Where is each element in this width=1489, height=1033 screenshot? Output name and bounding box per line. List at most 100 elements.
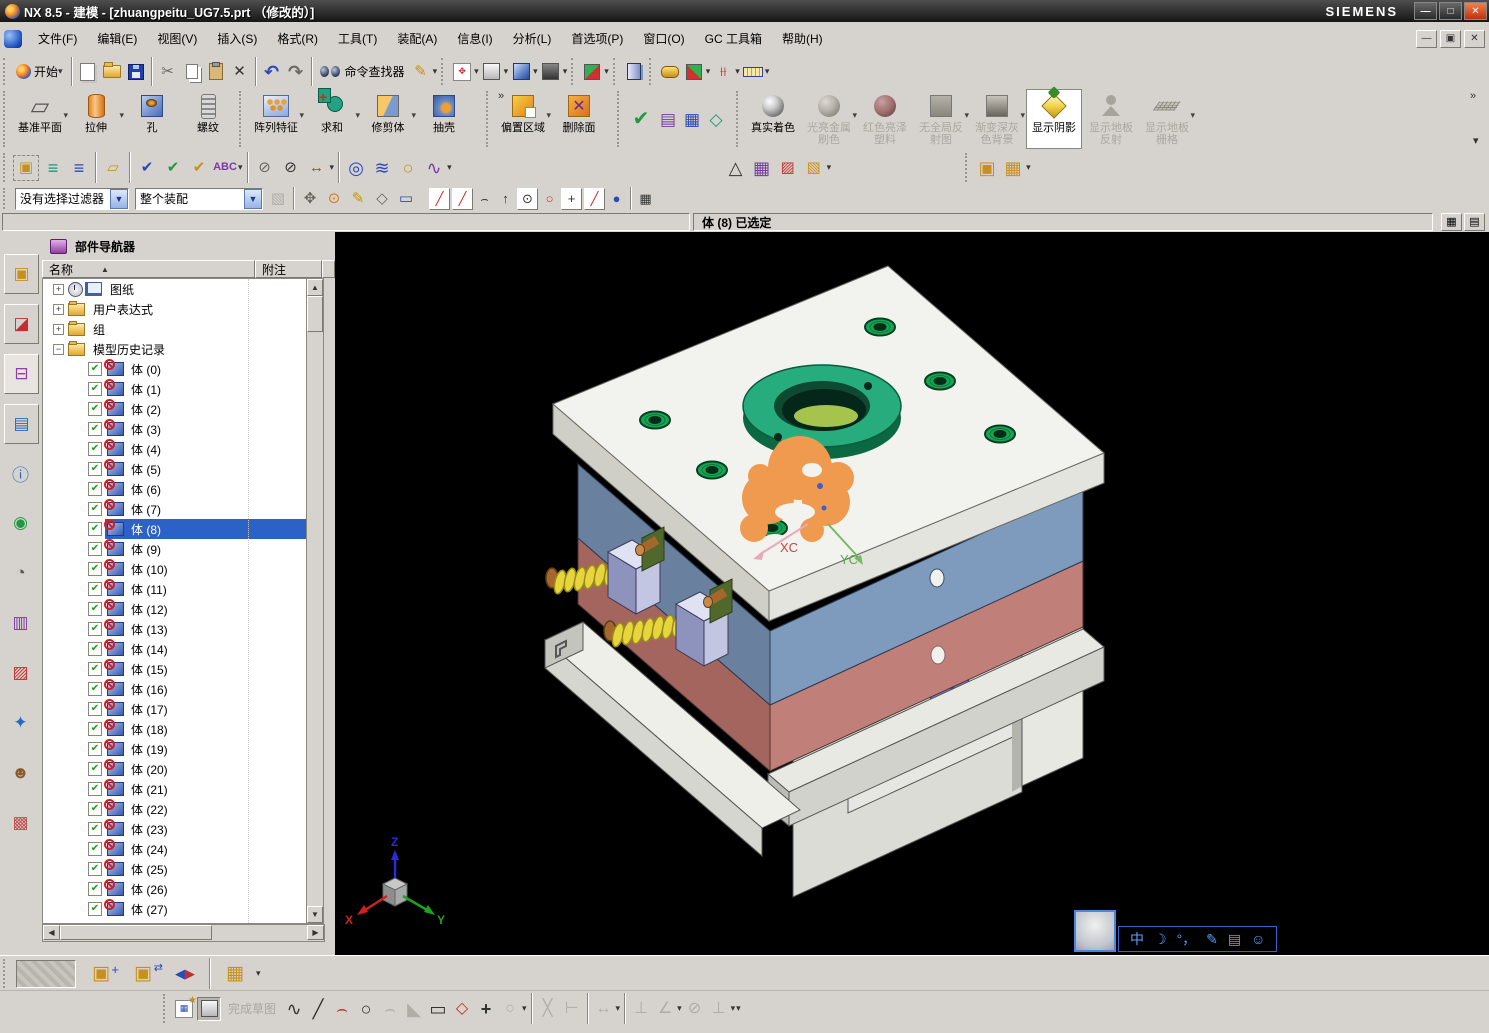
toolbar-options-button[interactable]: ▾ xyxy=(1473,134,1479,147)
snap-intersection-button[interactable]: + xyxy=(561,187,582,210)
view-section-button[interactable]: ◇ xyxy=(705,108,727,130)
add-component-button[interactable]: ▣ + xyxy=(81,963,121,985)
menu-file[interactable]: 文件(F) xyxy=(29,27,86,50)
datum-plane-dropdown[interactable]: ▾ xyxy=(63,110,68,121)
ime-language-toggle[interactable]: 中 xyxy=(1130,932,1144,946)
visibility-checkbox[interactable]: ✔ xyxy=(88,522,102,536)
dice-cube-button[interactable]: ◇ xyxy=(371,188,393,210)
feature-thread-button[interactable]: 螺纹 xyxy=(181,90,235,148)
visibility-checkbox[interactable]: ✔ xyxy=(88,442,102,456)
ime-tools-icon[interactable]: ✎ xyxy=(1206,932,1218,946)
feature-extrude-button[interactable]: ▾ 拉伸 xyxy=(69,90,124,148)
sketch-tools-dropdown[interactable]: ▾ xyxy=(433,66,438,77)
chamfer-tool-button[interactable]: ◣ xyxy=(403,998,425,1020)
tree-item-model-history[interactable]: − 模型历史记录 xyxy=(43,339,307,359)
measure-points-dropdown[interactable]: ▾ xyxy=(735,66,740,77)
tree-item-body[interactable]: ✔ 体 (12) xyxy=(43,599,307,619)
snap-midpoint-button[interactable]: ╱ xyxy=(452,187,473,210)
tree-item-body[interactable]: ✔ 体 (11) xyxy=(43,579,307,599)
menu-tools[interactable]: 工具(T) xyxy=(329,27,386,50)
find-component-button[interactable] xyxy=(16,959,76,988)
toolbar-grip[interactable] xyxy=(3,153,9,182)
visibility-checkbox[interactable]: ✔ xyxy=(88,702,102,716)
feature-offset-region-button[interactable]: ▾ 偏置区域 xyxy=(496,90,551,148)
snap-arc-center-button[interactable]: ⊙ xyxy=(517,187,538,210)
ime-softkeyboard-icon[interactable]: ▤ xyxy=(1228,932,1241,946)
hscroll-thumb[interactable] xyxy=(60,925,212,940)
view-orient-button[interactable] xyxy=(510,61,532,83)
toolbar-grip[interactable] xyxy=(965,153,971,182)
display-constraints-button[interactable]: ⊥ xyxy=(708,998,730,1020)
trim-body-dropdown[interactable]: ▾ xyxy=(411,110,416,121)
visibility-checkbox[interactable]: ✔ xyxy=(88,882,102,896)
toolbar-grip[interactable] xyxy=(441,58,447,85)
vscroll-thumb[interactable] xyxy=(307,296,323,332)
menu-format[interactable]: 格式(R) xyxy=(268,27,327,50)
folder-add-button[interactable]: ▨ xyxy=(776,156,800,180)
window-toggle-dropdown[interactable]: ▾ xyxy=(604,66,609,77)
folder-circles-button[interactable]: ▧ xyxy=(802,156,826,180)
visibility-checkbox[interactable]: ✔ xyxy=(88,662,102,676)
menu-help[interactable]: 帮助(H) xyxy=(773,27,832,50)
visibility-checkbox[interactable]: ✔ xyxy=(88,382,102,396)
screen-layout-button[interactable]: ✥ xyxy=(451,61,473,83)
feature-delete-face-button[interactable]: ✕ 删除面 xyxy=(552,90,606,148)
shiny-metal-dropdown[interactable]: ▾ xyxy=(852,110,857,121)
visibility-checkbox[interactable]: ✔ xyxy=(88,462,102,476)
no-constraint-button[interactable]: ⊘ xyxy=(684,998,706,1020)
toolbar-grip[interactable] xyxy=(3,959,9,988)
expand-icon[interactable]: + xyxy=(53,323,64,335)
menu-preferences[interactable]: 首选项(P) xyxy=(562,27,632,50)
visibility-checkbox[interactable]: ✔ xyxy=(88,402,102,416)
abc-check-dropdown[interactable]: ▾ xyxy=(238,162,243,173)
tree-item-body[interactable]: ✔ 体 (14) xyxy=(43,639,307,659)
feature-datum-plane-button[interactable]: ▱ ▾ 基准平面 xyxy=(13,90,68,148)
internet-explorer-tab[interactable]: ⓘ xyxy=(4,454,37,492)
visibility-checkbox[interactable]: ✔ xyxy=(88,622,102,636)
system-scenes-tab[interactable]: ✦ xyxy=(4,704,37,742)
tree-item-body[interactable]: ✔ 体 (2) xyxy=(43,399,307,419)
select-all-button[interactable]: ▧ xyxy=(267,188,289,210)
perpendicular-constraint-button[interactable]: ⊥ xyxy=(630,998,652,1020)
feature-trim-body-button[interactable]: ▾ 修剪体 xyxy=(361,90,416,148)
toolbar-grip[interactable] xyxy=(617,91,623,147)
annotation-note-button[interactable]: ▱ xyxy=(101,156,125,180)
part-navigator-tab[interactable]: ⊟ xyxy=(4,354,39,394)
visibility-checkbox[interactable]: ✔ xyxy=(88,582,102,596)
rectangle-tool-button[interactable]: ▭ xyxy=(427,998,449,1020)
toolbar-grip[interactable] xyxy=(648,58,655,85)
menu-assemblies[interactable]: 装配(A) xyxy=(388,27,446,50)
visibility-checkbox[interactable]: ✔ xyxy=(88,502,102,516)
floor-grid-dropdown[interactable]: ▾ xyxy=(1190,110,1195,121)
toolbar-grip[interactable] xyxy=(239,91,245,147)
save-button[interactable] xyxy=(125,61,147,83)
standard-parts-dropdown[interactable]: ▾ xyxy=(1026,162,1031,173)
visibility-checkbox[interactable]: ✔ xyxy=(88,802,102,816)
visibility-checkbox[interactable]: ✔ xyxy=(88,482,102,496)
visibility-checkbox[interactable]: ✔ xyxy=(88,862,102,876)
capture-dropdown[interactable]: ▾ xyxy=(504,66,509,77)
capture-button[interactable] xyxy=(481,61,503,83)
offset-curve-dropdown[interactable]: ▾ xyxy=(522,1003,527,1014)
visibility-checkbox[interactable]: ✔ xyxy=(88,682,102,696)
close-button[interactable]: ✕ xyxy=(1464,2,1487,20)
toolbar-grip[interactable] xyxy=(612,58,619,85)
visibility-checkbox[interactable]: ✔ xyxy=(88,902,102,916)
circle-tool-button[interactable]: ○ xyxy=(355,998,377,1020)
snap-point-target-button[interactable]: ⊙ xyxy=(323,188,345,210)
assembly-navigator-tab[interactable]: ▣ xyxy=(4,254,39,294)
ime-toolbar[interactable]: 中 ☽ °， ✎ ▤ ☺ xyxy=(1074,910,1278,952)
unite-dropdown[interactable]: ▾ xyxy=(355,110,360,121)
view-orient-dropdown[interactable]: ▾ xyxy=(533,66,538,77)
visualize-flag-dropdown[interactable]: ▾ xyxy=(706,66,711,77)
layer-category-button[interactable]: ≡ xyxy=(67,156,91,180)
tree-item-body[interactable]: ✔ 体 (19) xyxy=(43,739,307,759)
layer-settings-button[interactable]: ≡ xyxy=(41,156,65,180)
orient-view-button[interactable]: ▣ xyxy=(13,154,39,181)
polygon-tool-button[interactable]: ◇ xyxy=(451,998,473,1020)
process-studio-tab[interactable]: ▥ xyxy=(4,604,37,642)
collapse-icon[interactable]: − xyxy=(53,343,64,355)
wave-dropdown[interactable]: ▾ xyxy=(447,162,452,173)
child-minimize-button[interactable]: — xyxy=(1416,29,1437,48)
render-shiny-metal-button[interactable]: ▾ 光亮金属 刷色 xyxy=(802,90,857,148)
